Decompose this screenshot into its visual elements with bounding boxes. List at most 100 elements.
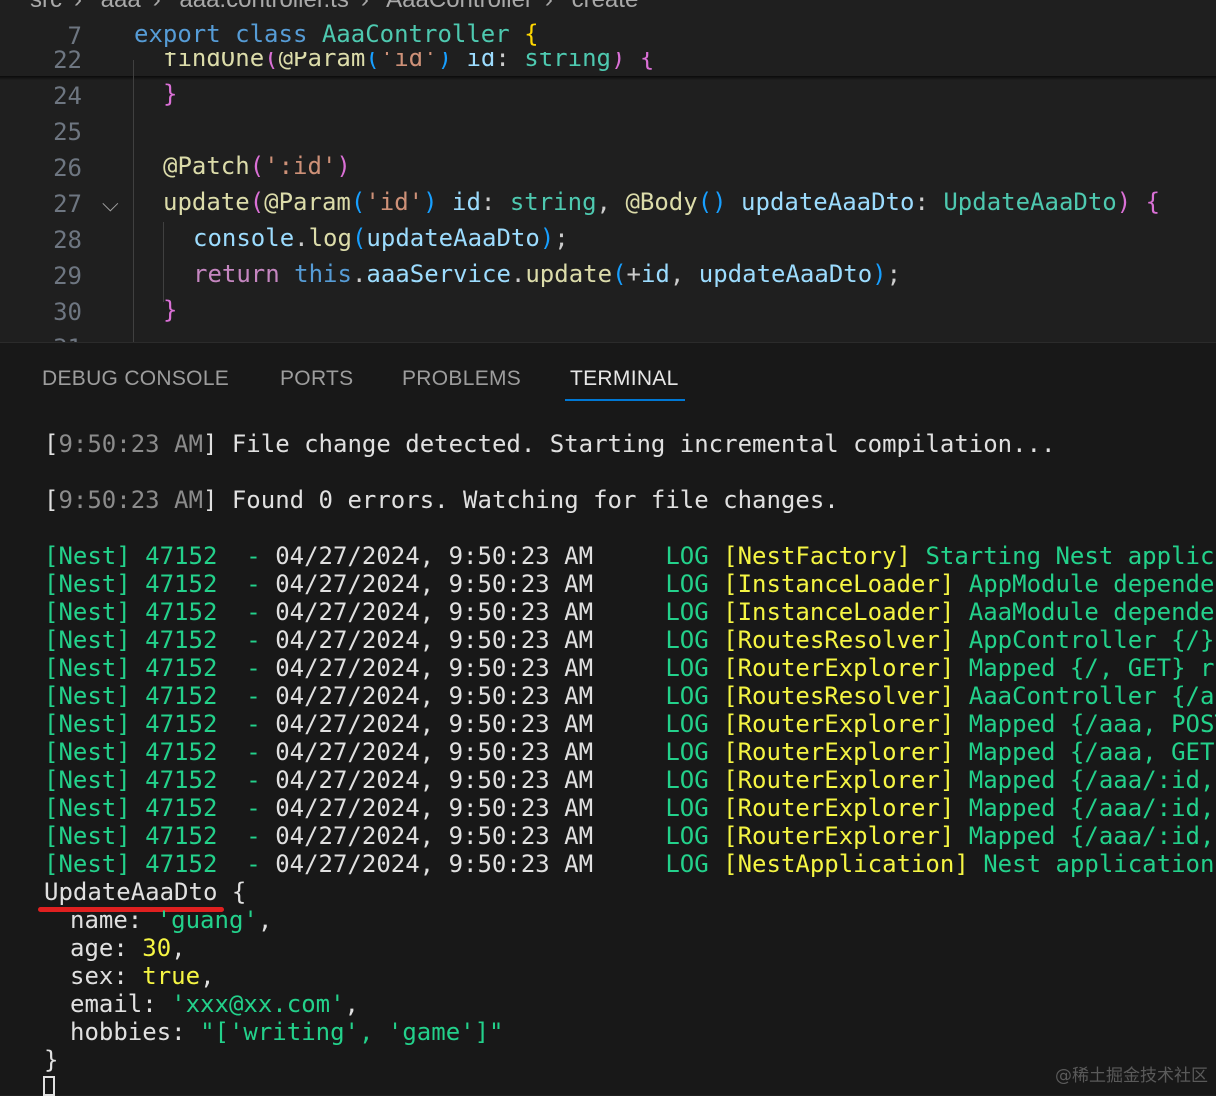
nest-message: Starting Nest applicati xyxy=(925,542,1216,570)
nest-log-row: [Nest] 47152 - 04/27/2024, 9:50:23 AM LO… xyxy=(44,626,1216,654)
nest-date: 04/27/2024, 9:50:23 AM xyxy=(275,542,594,570)
nest-level: LOG xyxy=(665,794,709,822)
code-line-29[interactable]: return this.aaaService.update(+id, updat… xyxy=(193,260,901,288)
nest-date: 04/27/2024, 9:50:23 AM xyxy=(275,570,594,598)
nest-context: [RouterExplorer] xyxy=(723,654,955,682)
breadcrumb-item[interactable]: create xyxy=(572,0,639,13)
line-number: 30 xyxy=(53,298,82,326)
nest-prefix: [Nest] 47152 xyxy=(44,794,218,822)
tab-debug-console[interactable]: DEBUG CONSOLE xyxy=(42,367,229,391)
code-line-26[interactable]: @Patch(':id') xyxy=(163,152,351,180)
nest-prefix: [Nest] 47152 xyxy=(44,598,218,626)
nest-message: AaaController {/aaa} xyxy=(968,682,1216,710)
breadcrumb-item[interactable]: aaa xyxy=(101,0,141,13)
nest-message: AppController {/}: + xyxy=(968,626,1216,654)
dto-field-value: true xyxy=(142,962,201,990)
dto-field-key: age xyxy=(70,934,114,962)
nest-context: [NestApplication] xyxy=(723,850,969,878)
dto-field-value: 30 xyxy=(142,934,172,962)
tab-ports[interactable]: PORTS xyxy=(280,367,353,391)
nest-prefix: [Nest] 47152 xyxy=(44,710,218,738)
nest-context: [InstanceLoader] xyxy=(723,570,955,598)
sticky-scroll-shadow xyxy=(0,76,1216,80)
terminal-cursor xyxy=(43,1076,55,1096)
nest-prefix: [Nest] 47152 xyxy=(44,738,218,766)
nest-context: [RouterExplorer] xyxy=(723,738,955,766)
dto-field-value: "['writing', 'game']" xyxy=(200,1018,504,1046)
nest-level: LOG xyxy=(665,570,709,598)
dto-field: sex: true, xyxy=(70,962,215,990)
nest-prefix: [Nest] 47152 xyxy=(44,682,218,710)
nest-level: LOG xyxy=(665,654,709,682)
code-line-27[interactable]: update(@Param('id') id: string, @Body() … xyxy=(163,188,1160,216)
line-number: 28 xyxy=(53,226,82,254)
line-number: 26 xyxy=(53,154,82,182)
breadcrumb: src› aaa› aaa.controller.ts› AaaControll… xyxy=(30,0,650,14)
tab-problems[interactable]: PROBLEMS xyxy=(402,367,521,391)
nest-level: LOG xyxy=(665,822,709,850)
nest-context: [RouterExplorer] xyxy=(723,822,955,850)
active-tab-indicator xyxy=(565,399,685,401)
nest-level: LOG xyxy=(665,710,709,738)
nest-date: 04/27/2024, 9:50:23 AM xyxy=(275,766,594,794)
breadcrumb-item[interactable]: aaa.controller.ts xyxy=(179,0,348,13)
code-line-22[interactable]: findOne(@Param('id') id: string) { xyxy=(163,52,654,72)
dto-field-key: email xyxy=(70,990,143,1018)
dto-field: email: 'xxx@xx.com', xyxy=(70,990,359,1018)
nest-context: [RouterExplorer] xyxy=(723,794,955,822)
nest-log-row: [Nest] 47152 - 04/27/2024, 9:50:23 AM LO… xyxy=(44,682,1216,710)
line-number: 31 xyxy=(0,334,82,342)
nest-context: [RoutesResolver] xyxy=(723,682,955,710)
indent-guide xyxy=(163,222,164,302)
watermark: @稀土掘金技术社区 xyxy=(1055,1066,1208,1086)
nest-log-row: [Nest] 47152 - 04/27/2024, 9:50:23 AM LO… xyxy=(44,766,1216,794)
code-line-24[interactable]: } xyxy=(163,80,177,108)
code-editor[interactable]: src› aaa› aaa.controller.ts› AaaControll… xyxy=(0,0,1216,342)
nest-level: LOG xyxy=(665,682,709,710)
nest-date: 04/27/2024, 9:50:23 AM xyxy=(275,850,594,878)
dto-field: age: 30, xyxy=(70,934,186,962)
dto-field-key: name xyxy=(70,906,128,934)
nest-log-row: [Nest] 47152 - 04/27/2024, 9:50:23 AM LO… xyxy=(44,822,1216,850)
tab-terminal[interactable]: TERMINAL xyxy=(570,367,679,391)
nest-prefix: [Nest] 47152 xyxy=(44,542,218,570)
nest-log-row: [Nest] 47152 - 04/27/2024, 9:50:23 AM LO… xyxy=(44,654,1216,682)
dto-name: UpdateAaaDto xyxy=(44,878,218,906)
nest-context: [InstanceLoader] xyxy=(723,598,955,626)
nest-message: Mapped {/aaa/:id, DE xyxy=(968,822,1215,850)
dto-field-key: hobbies xyxy=(70,1018,172,1046)
chevron-down-icon[interactable]: ⌵ xyxy=(102,192,119,217)
nest-level: LOG xyxy=(665,626,709,654)
nest-date: 04/27/2024, 9:50:23 AM xyxy=(275,822,594,850)
line-number: 27 xyxy=(53,190,82,218)
timestamp: 9:50:23 AM xyxy=(58,430,203,458)
nest-context: [RouterExplorer] xyxy=(723,710,955,738)
dto-field: hobbies: "['writing', 'game']" xyxy=(70,1018,504,1046)
nest-message: Nest application su xyxy=(983,850,1215,878)
nest-prefix: [Nest] 47152 xyxy=(44,570,218,598)
nest-prefix: [Nest] 47152 xyxy=(44,850,218,878)
nest-message: Mapped {/aaa/:id, PA xyxy=(968,794,1215,822)
code-line-28[interactable]: console.log(updateAaaDto); xyxy=(193,224,569,252)
nest-message: Mapped {/aaa/:id, GE xyxy=(968,766,1215,794)
breadcrumb-item[interactable]: AaaController xyxy=(386,0,533,13)
nest-log-row: [Nest] 47152 - 04/27/2024, 9:50:23 AM LO… xyxy=(44,570,1216,598)
nest-log-row: [Nest] 47152 - 04/27/2024, 9:50:23 AM LO… xyxy=(44,850,1216,878)
breadcrumb-item[interactable]: src xyxy=(30,0,62,13)
sticky-scroll-line[interactable]: export class AaaController { xyxy=(134,20,539,48)
line-number: 24 xyxy=(53,82,82,110)
nest-message: AppModule dependenci xyxy=(968,570,1216,598)
nest-message: Mapped {/aaa, GET} r xyxy=(968,738,1216,766)
nest-log-row: [Nest] 47152 - 04/27/2024, 9:50:23 AM LO… xyxy=(44,598,1216,626)
code-line-30[interactable]: } xyxy=(163,296,177,324)
terminal-line: [9:50:23 AM] File change detected. Start… xyxy=(44,430,1056,458)
nest-message: AaaModule dependenci xyxy=(968,598,1216,626)
nest-date: 04/27/2024, 9:50:23 AM xyxy=(275,626,594,654)
terminal-message: File change detected. Starting increment… xyxy=(231,430,1056,458)
nest-context: [RouterExplorer] xyxy=(723,766,955,794)
terminal-line: [9:50:23 AM] Found 0 errors. Watching fo… xyxy=(44,486,839,514)
line-number: 29 xyxy=(53,262,82,290)
nest-prefix: [Nest] 47152 xyxy=(44,654,218,682)
indent-guide xyxy=(133,60,134,342)
nest-prefix: [Nest] 47152 xyxy=(44,626,218,654)
